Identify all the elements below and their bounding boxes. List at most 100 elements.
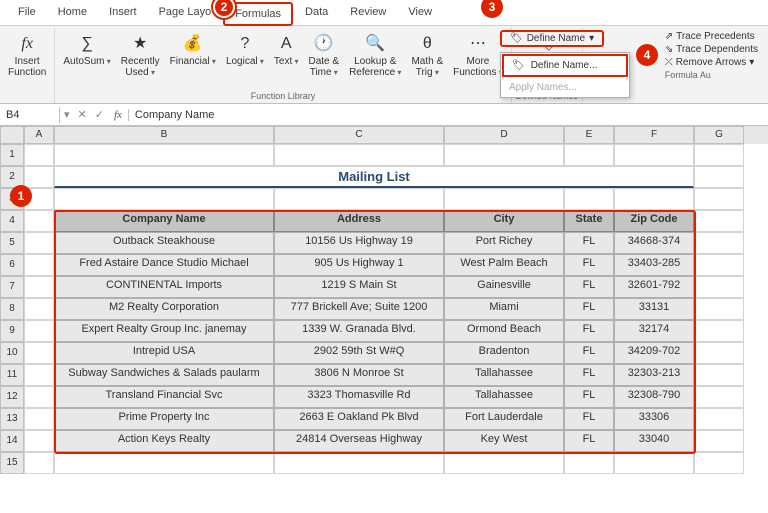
financial-button[interactable]: 💰Financial	[166, 30, 220, 80]
cell[interactable]: 32303-213	[614, 364, 694, 386]
row-header[interactable]: 6	[0, 254, 24, 276]
cell[interactable]	[24, 144, 54, 166]
cell[interactable]	[694, 408, 744, 430]
cell[interactable]: Ormond Beach	[444, 320, 564, 342]
cell[interactable]	[694, 188, 744, 210]
row-header[interactable]: 9	[0, 320, 24, 342]
lookup-button[interactable]: 🔍Lookup &Reference	[345, 30, 405, 80]
cell[interactable]: 1339 W. Granada Blvd.	[274, 320, 444, 342]
trace-dependents-button[interactable]: ⇘Trace Dependents	[661, 43, 762, 56]
col-header[interactable]: D	[444, 126, 564, 144]
cell[interactable]: Address	[274, 210, 444, 232]
datetime-button[interactable]: 🕐Date &Time	[304, 30, 343, 80]
cell[interactable]: FL	[564, 298, 614, 320]
cell[interactable]: 32308-790	[614, 386, 694, 408]
cell[interactable]	[444, 188, 564, 210]
col-header[interactable]: G	[694, 126, 744, 144]
row-header[interactable]: 10	[0, 342, 24, 364]
cell[interactable]: Fred Astaire Dance Studio Michael	[54, 254, 274, 276]
cell[interactable]: 33403-285	[614, 254, 694, 276]
cell[interactable]: Transland Financial Svc	[54, 386, 274, 408]
cell[interactable]	[694, 210, 744, 232]
row-header[interactable]: 14	[0, 430, 24, 452]
cell[interactable]: Intrepid USA	[54, 342, 274, 364]
cell[interactable]	[694, 232, 744, 254]
cell[interactable]	[694, 386, 744, 408]
tab-data[interactable]: Data	[295, 2, 338, 25]
check-icon[interactable]: ✓	[91, 108, 108, 121]
cell[interactable]	[444, 452, 564, 474]
menu-define-name[interactable]: 🏷Define Name...	[502, 54, 628, 77]
cell[interactable]	[694, 342, 744, 364]
cell[interactable]	[614, 188, 694, 210]
cell[interactable]	[694, 452, 744, 474]
cell[interactable]: FL	[564, 342, 614, 364]
cell[interactable]: Key West	[444, 430, 564, 452]
cell[interactable]: Outback Steakhouse	[54, 232, 274, 254]
cancel-icon[interactable]: ✕	[74, 108, 91, 121]
row-header[interactable]: 7	[0, 276, 24, 298]
tab-view[interactable]: View	[398, 2, 442, 25]
cell[interactable]: Port Richey	[444, 232, 564, 254]
cell[interactable]	[694, 166, 744, 188]
cell[interactable]: 34668-374	[614, 232, 694, 254]
cell[interactable]	[54, 188, 274, 210]
chevron-down-icon[interactable]: ▾	[60, 108, 74, 121]
cell[interactable]: 33306	[614, 408, 694, 430]
cell[interactable]: 2663 E Oakland Pk Blvd	[274, 408, 444, 430]
cell[interactable]	[24, 210, 54, 232]
cell[interactable]	[614, 144, 694, 166]
cell[interactable]	[54, 452, 274, 474]
logical-button[interactable]: ?Logical	[222, 30, 268, 80]
formula-input[interactable]: Company Name	[129, 107, 768, 123]
name-box[interactable]: B4	[0, 107, 60, 123]
cell[interactable]	[24, 320, 54, 342]
cell[interactable]: FL	[564, 408, 614, 430]
more-functions-button[interactable]: ⋯MoreFunctions	[449, 30, 507, 80]
cell[interactable]	[564, 188, 614, 210]
tab-file[interactable]: File	[8, 2, 46, 25]
cell[interactable]: Bradenton	[444, 342, 564, 364]
col-header[interactable]: F	[614, 126, 694, 144]
select-all-corner[interactable]	[0, 126, 24, 144]
cell[interactable]	[694, 276, 744, 298]
cell[interactable]: City	[444, 210, 564, 232]
cell[interactable]: Miami	[444, 298, 564, 320]
cell[interactable]: Tallahassee	[444, 364, 564, 386]
row-header[interactable]: 5	[0, 232, 24, 254]
text-button[interactable]: AText	[270, 30, 303, 80]
row-header[interactable]: 4	[0, 210, 24, 232]
cell[interactable]: FL	[564, 386, 614, 408]
cell[interactable]	[694, 430, 744, 452]
cell[interactable]: Action Keys Realty	[54, 430, 274, 452]
cell[interactable]: 33131	[614, 298, 694, 320]
cell[interactable]	[694, 254, 744, 276]
cell[interactable]: West Palm Beach	[444, 254, 564, 276]
cell[interactable]: Company Name	[54, 210, 274, 232]
cell[interactable]: Fort Lauderdale	[444, 408, 564, 430]
cell[interactable]: FL	[564, 254, 614, 276]
tab-home[interactable]: Home	[48, 2, 97, 25]
cell[interactable]: Expert Realty Group Inc. janemay	[54, 320, 274, 342]
cell[interactable]	[274, 452, 444, 474]
cell[interactable]: 24814 Overseas Highway	[274, 430, 444, 452]
cell[interactable]	[24, 232, 54, 254]
cell[interactable]: CONTINENTAL Imports	[54, 276, 274, 298]
cell[interactable]	[564, 452, 614, 474]
col-header[interactable]: C	[274, 126, 444, 144]
recently-used-button[interactable]: ★RecentlyUsed	[117, 30, 164, 80]
cell[interactable]: FL	[564, 276, 614, 298]
cell[interactable]	[54, 144, 274, 166]
cell[interactable]: 905 Us Highway 1	[274, 254, 444, 276]
insert-function-button[interactable]: fxInsertFunction	[4, 30, 50, 80]
cell[interactable]	[694, 320, 744, 342]
cell[interactable]: 1219 S Main St	[274, 276, 444, 298]
cell[interactable]	[24, 166, 54, 188]
cell[interactable]	[24, 254, 54, 276]
title-cell[interactable]: Mailing List	[54, 166, 694, 188]
cell[interactable]: 3806 N Monroe St	[274, 364, 444, 386]
cell[interactable]: 777 Brickell Ave; Suite 1200	[274, 298, 444, 320]
cell[interactable]: FL	[564, 430, 614, 452]
worksheet-grid[interactable]: 12Mailing List34Company NameAddressCityS…	[0, 144, 768, 474]
cell[interactable]: Tallahassee	[444, 386, 564, 408]
